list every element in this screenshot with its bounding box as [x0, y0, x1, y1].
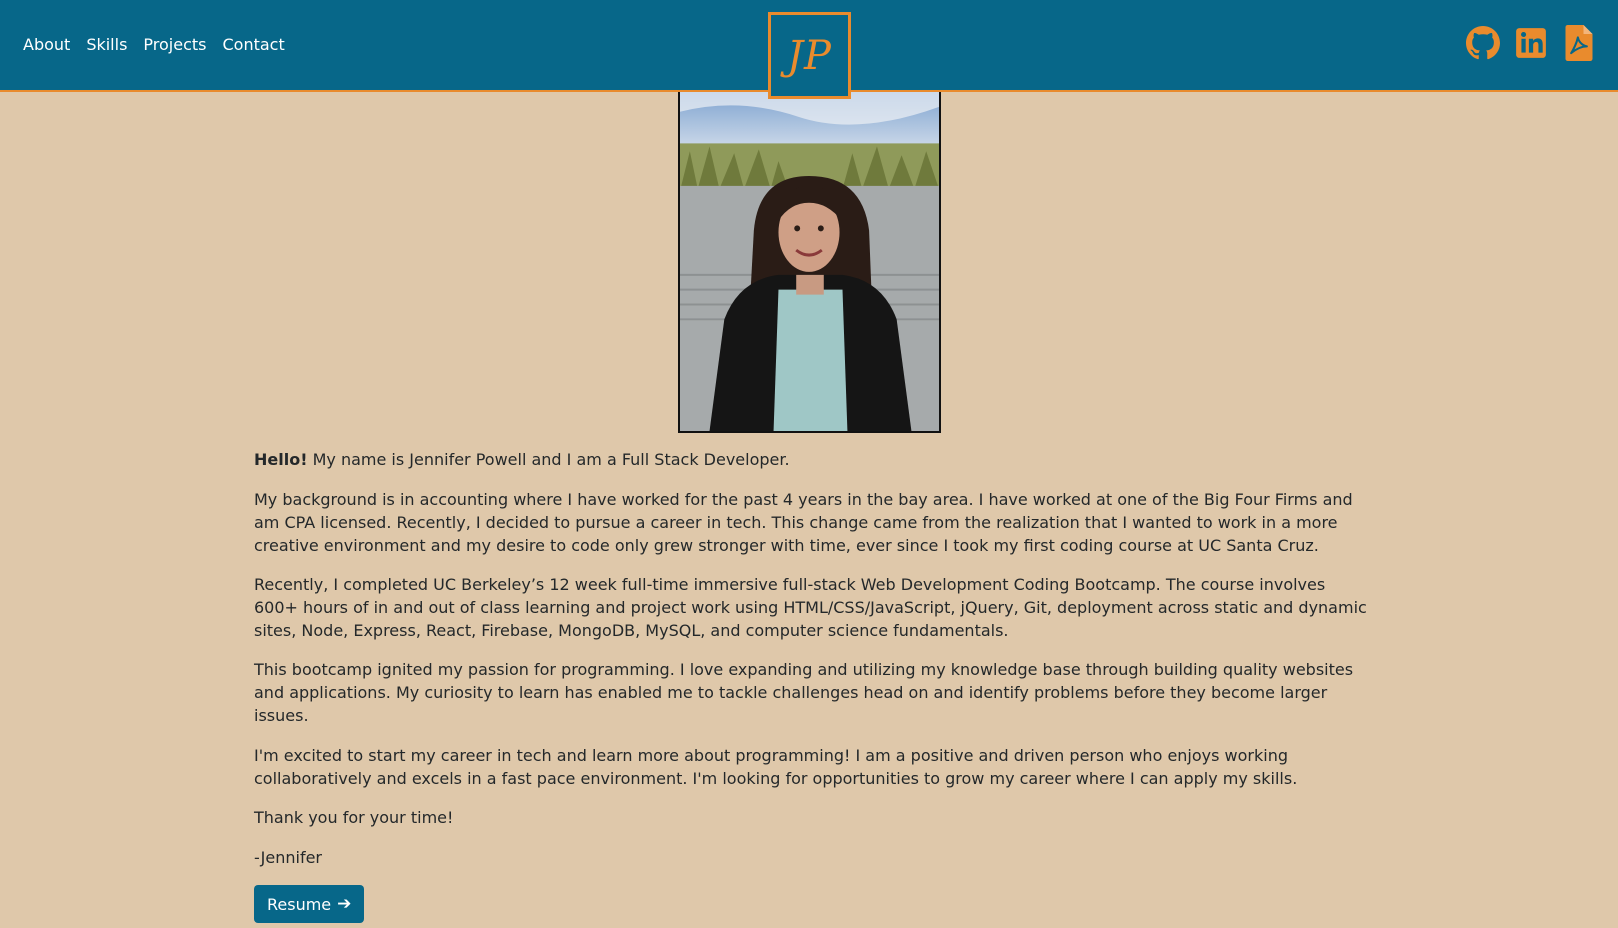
about-paragraph-goals: I'm excited to start my career in tech a… — [254, 746, 1298, 788]
signature-text: -Jennifer — [254, 848, 323, 867]
arrow-right-icon: ➔ — [337, 894, 352, 914]
brand-logo[interactable]: JP — [768, 12, 851, 99]
linkedin-link[interactable] — [1514, 25, 1548, 61]
about-section: Hello! My name is Jennifer Powell and I … — [254, 448, 1370, 923]
pdf-icon — [1565, 25, 1593, 61]
greeting-text: My name is Jennifer Powell and I am a Fu… — [307, 450, 790, 469]
github-link[interactable] — [1466, 25, 1500, 61]
greeting-paragraph: Hello! My name is Jennifer Powell and I … — [254, 448, 1370, 471]
about-paragraph-passion: This bootcamp ignited my passion for pro… — [254, 660, 1354, 725]
nav-link-contact[interactable]: Contact — [222, 33, 284, 57]
github-icon — [1466, 26, 1500, 60]
brand-initials: JP — [787, 32, 832, 79]
about-paragraph-bootcamp: Recently, I completed UC Berkeley’s 12 w… — [254, 575, 1367, 640]
linkedin-icon — [1516, 28, 1546, 58]
resume-button-label: Resume — [267, 894, 332, 914]
nav-link-about[interactable]: About — [23, 33, 70, 57]
resume-pdf-link[interactable] — [1562, 25, 1596, 61]
profile-photo — [678, 90, 941, 433]
nav-link-projects[interactable]: Projects — [143, 33, 206, 57]
about-paragraph-background: My background is in accounting where I h… — [254, 490, 1353, 555]
navbar: About Skills Projects Contact JP — [0, 0, 1618, 99]
resume-button[interactable]: Resume ➔ — [254, 885, 365, 923]
social-links — [1466, 25, 1596, 61]
thanks-text: Thank you for your time! — [254, 808, 454, 827]
greeting-bold: Hello! — [254, 450, 308, 469]
nav-links: About Skills Projects Contact — [23, 33, 285, 57]
nav-link-skills[interactable]: Skills — [86, 33, 127, 57]
